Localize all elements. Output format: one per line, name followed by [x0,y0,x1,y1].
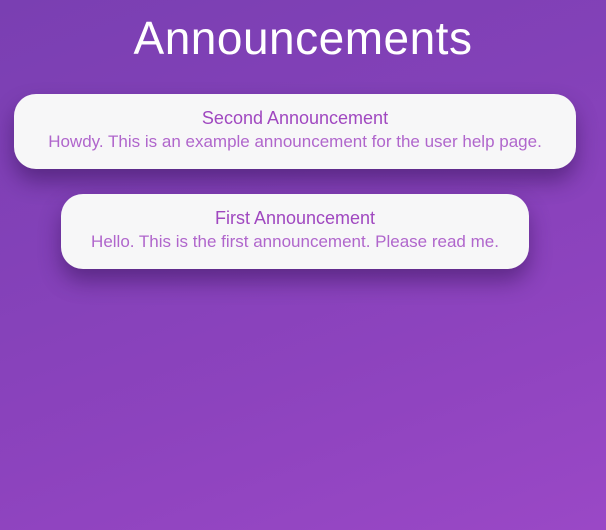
announcement-card-first: First Announcement Hello. This is the fi… [61,194,529,269]
announcement-body: Hello. This is the first announcement. P… [91,232,499,251]
announcement-body: Howdy. This is an example announcement f… [48,132,542,151]
page-title: Announcements [133,12,473,64]
announcement-title: Second Announcement [201,108,389,128]
announcements-page: Announcements Second Announcement Howdy.… [0,0,606,530]
announcement-card-second: Second Announcement Howdy. This is an ex… [14,94,576,169]
announcement-title: First Announcement [214,208,376,228]
